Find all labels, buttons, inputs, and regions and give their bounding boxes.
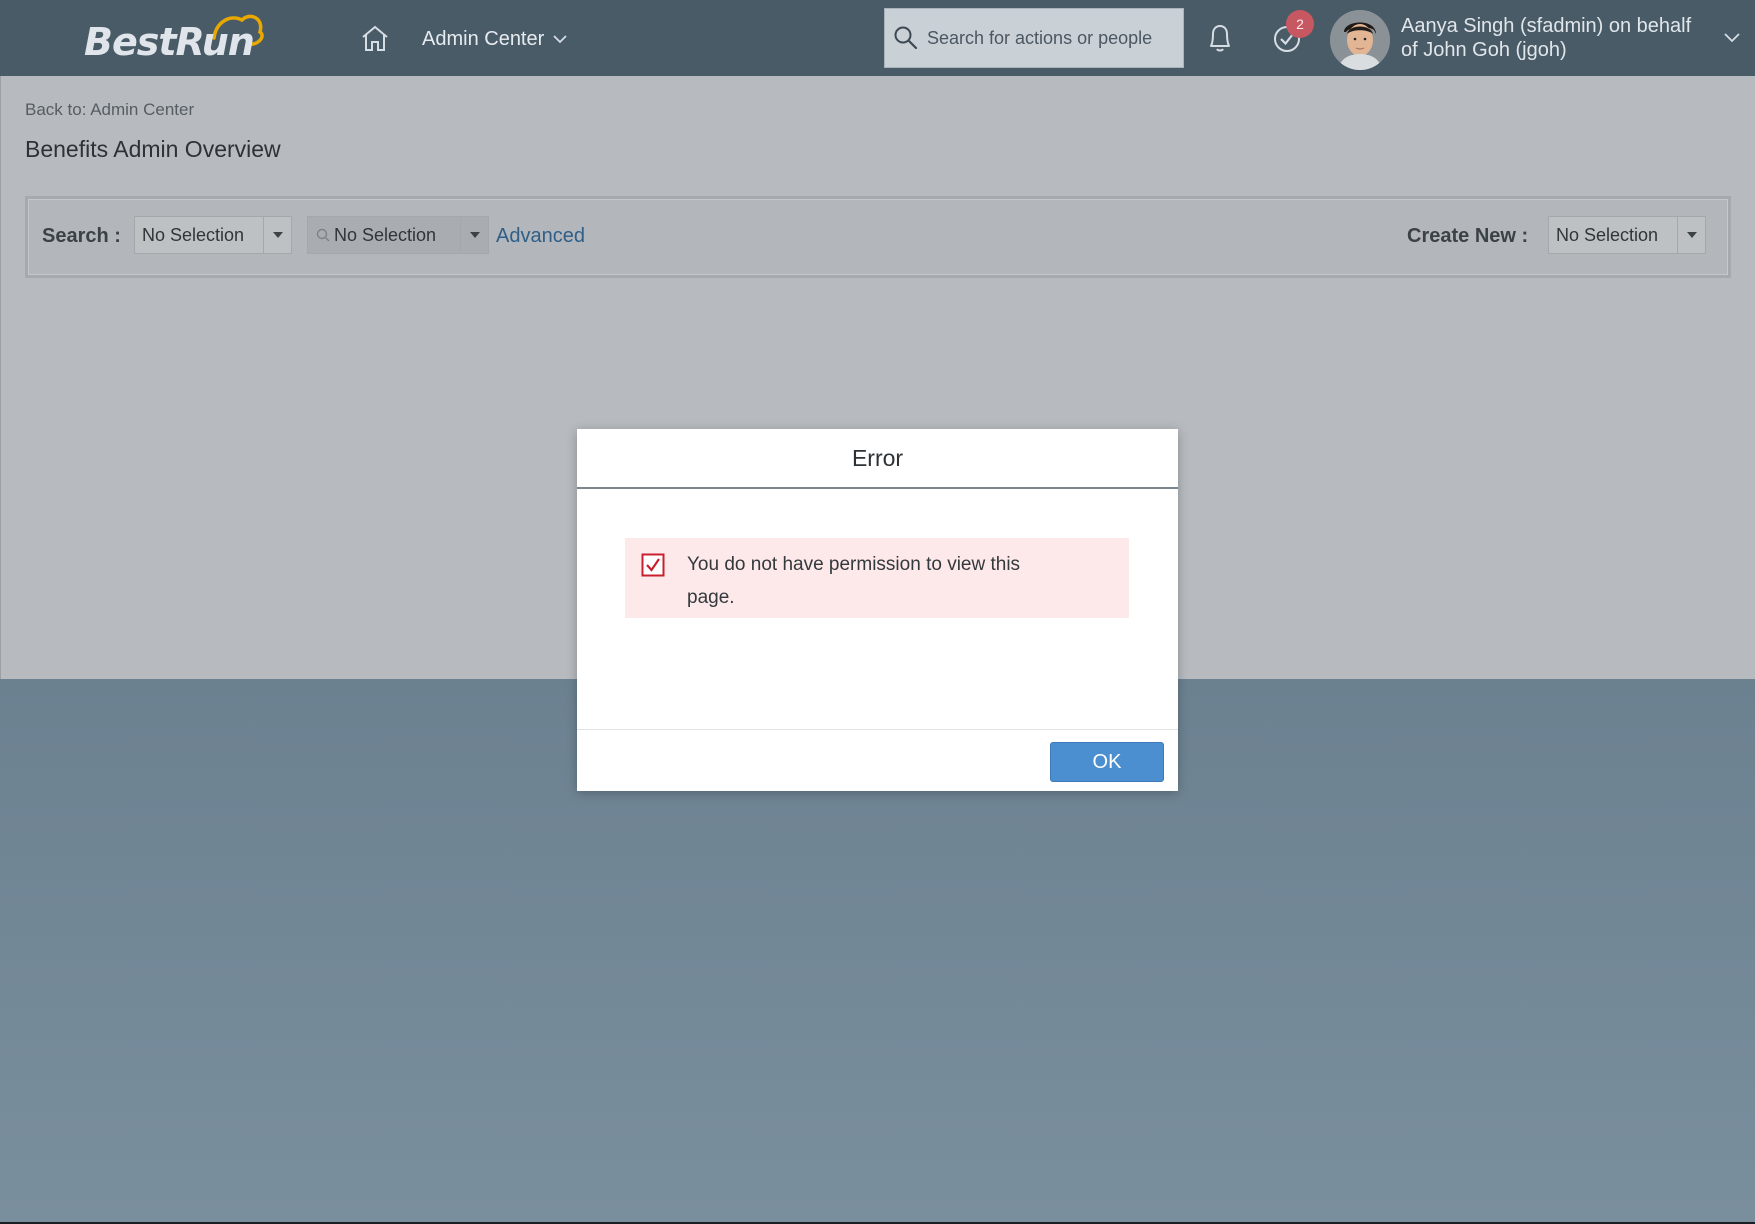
create-new-select[interactable]: No Selection [1548,216,1706,254]
error-message-strip: You do not have permission to view this … [625,538,1129,618]
search-input[interactable] [927,27,1177,49]
search-value-select[interactable]: No Selection [307,216,489,254]
todo-count-badge: 2 [1286,10,1314,38]
admin-center-label: Admin Center [422,27,545,50]
dialog-header: Error [577,429,1178,489]
admin-center-menu[interactable]: Admin Center [422,24,568,54]
search-label: Search : [42,225,121,247]
global-search[interactable] [884,8,1184,68]
user-menu-chevron-icon[interactable] [1723,32,1741,44]
dropdown-arrow-icon [1677,217,1705,253]
user-avatar[interactable] [1330,10,1390,70]
home-icon[interactable] [360,24,390,52]
bestrun-logo[interactable]: BestRun [84,14,264,64]
create-new-label: Create New : [1407,225,1529,247]
dialog-title: Error [851,444,904,471]
logo-text: BestRun [84,20,255,64]
user-name-line2: of John Goh (jgoh) [1401,39,1567,61]
ok-button[interactable]: OK [1050,742,1164,782]
user-menu-name[interactable]: Aanya Singh (sfadmin) on behalf of John … [1401,14,1721,62]
magnifier-icon [316,228,330,242]
error-checkbox-icon [641,553,665,577]
search-toolbar: Search : No Selection No Selection Advan… [25,196,1731,278]
error-message-text: You do not have permission to view this … [687,554,1021,608]
user-photo-icon [1330,10,1390,70]
user-name-line1: Aanya Singh (sfadmin) on behalf [1401,15,1692,37]
search-type-select[interactable]: No Selection [134,216,292,254]
dropdown-arrow-icon [263,217,291,253]
error-dialog: Error You do not have permission to view… [577,429,1178,791]
advanced-search-link[interactable]: Advanced [496,225,585,248]
dropdown-arrow-icon [460,217,488,253]
chevron-down-icon [553,35,567,44]
search-type-value: No Selection [142,224,245,245]
page-title: Benefits Admin Overview [25,136,281,162]
create-new-value: No Selection [1556,224,1659,245]
search-icon [894,26,918,50]
back-to-admin-link[interactable]: Back to: Admin Center [25,100,194,120]
notification-bell-icon[interactable] [1205,22,1235,54]
shell-bar: BestRun Admin Center 2 [0,0,1755,76]
search-value-text: No Selection [334,224,437,245]
dialog-footer: OK [577,729,1178,791]
